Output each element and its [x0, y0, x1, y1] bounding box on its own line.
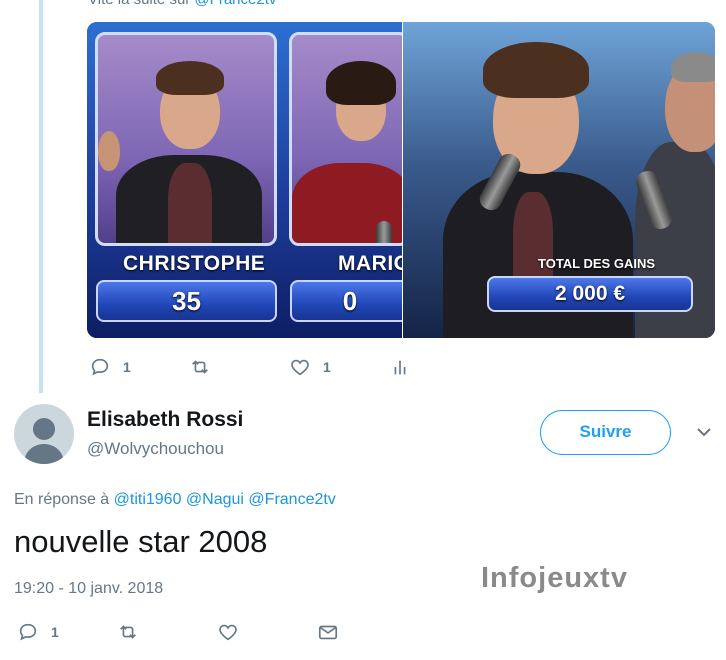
- contestant-1-name: CHRISTOPHE: [123, 252, 266, 275]
- tweet-timestamp[interactable]: 19:20 - 10 janv. 2018: [14, 580, 163, 598]
- default-avatar-icon: [24, 418, 64, 464]
- prev-reply-button[interactable]: 1: [89, 356, 131, 378]
- total-gains-label: TOTAL DES GAINS: [538, 256, 656, 271]
- heart-icon: [219, 624, 237, 641]
- prev-retweet-button[interactable]: [189, 356, 211, 378]
- reply-mention-nagui[interactable]: @Nagui: [186, 491, 244, 508]
- like-button[interactable]: [217, 621, 239, 643]
- reply-icon: [19, 623, 37, 641]
- reply-count: 1: [51, 624, 59, 640]
- retweet-button[interactable]: [117, 621, 139, 643]
- retweet-icon: [192, 360, 208, 374]
- contestant-2-score: 0: [290, 280, 410, 322]
- tweet-actions: 1: [17, 621, 347, 645]
- user-handle[interactable]: @Wolvychouchou: [87, 439, 224, 459]
- prev-like-button[interactable]: 1: [289, 356, 331, 378]
- reply-mention-titi1960[interactable]: @titi1960: [114, 491, 182, 508]
- watermark-text: Infojeuxtv: [481, 562, 628, 594]
- follow-button[interactable]: Suivre: [540, 410, 671, 455]
- tweet-media-image[interactable]: CHRISTOPHE 35 MARIO 0 TOTAL DES GAINS 2 …: [87, 22, 715, 338]
- reply-context: En réponse à @titi1960 @Nagui @France2tv: [14, 491, 336, 509]
- thread-line: [39, 0, 43, 393]
- continue-link[interactable]: Vite la suite sur @France2tv: [88, 0, 276, 8]
- continue-link-prefix: Vite la suite sur: [88, 0, 194, 8]
- prev-tweet-actions: 1 1: [89, 356, 419, 380]
- reply-icon: [91, 358, 109, 376]
- contestant-1-frame: [95, 32, 277, 246]
- analytics-icon: [394, 360, 406, 375]
- avatar[interactable]: [14, 404, 74, 464]
- reply-prefix: En réponse à: [14, 491, 114, 508]
- heart-icon: [291, 359, 309, 376]
- retweet-icon: [120, 625, 136, 639]
- chevron-down-icon[interactable]: [695, 426, 713, 438]
- prev-like-count: 1: [323, 359, 331, 375]
- direct-message-button[interactable]: [317, 621, 339, 643]
- media-right-panel: TOTAL DES GAINS 2 000 €: [403, 22, 715, 338]
- reply-mention-france2tv[interactable]: @France2tv: [248, 491, 335, 508]
- prev-reply-count: 1: [123, 359, 131, 375]
- total-gains-amount: 2 000 €: [487, 276, 693, 312]
- contestant-1-score: 35: [96, 280, 277, 322]
- envelope-icon: [318, 625, 338, 640]
- contestant-2-name: MARIO: [338, 252, 411, 275]
- display-name[interactable]: Elisabeth Rossi: [87, 408, 243, 432]
- prev-analytics-button[interactable]: [389, 356, 411, 378]
- media-left-panel: CHRISTOPHE 35 MARIO 0: [87, 22, 410, 338]
- reply-button[interactable]: 1: [17, 621, 59, 643]
- continue-link-mention[interactable]: @France2tv: [194, 0, 276, 8]
- tweet-text: nouvelle star 2008: [14, 524, 268, 559]
- contestant-2-frame: [289, 32, 409, 246]
